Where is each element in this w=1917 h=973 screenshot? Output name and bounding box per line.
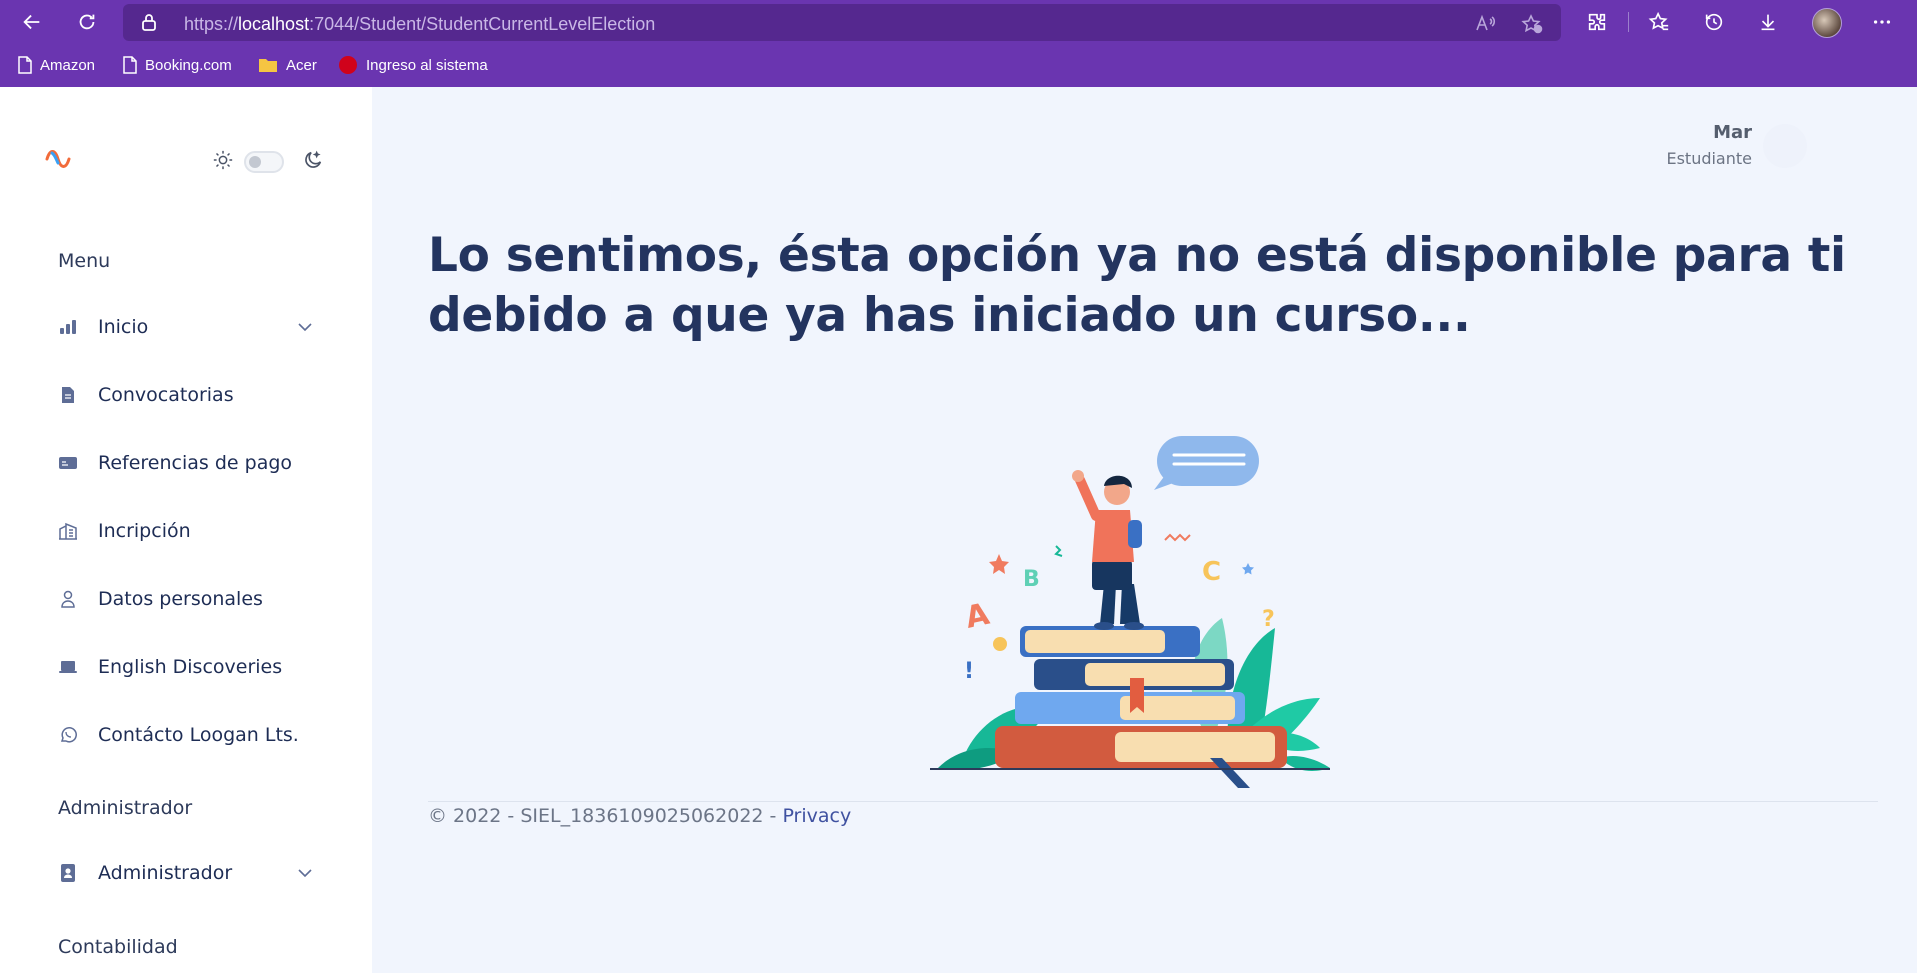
history-icon[interactable] <box>1700 8 1728 36</box>
sidebar-item-contacto[interactable]: Contácto Loogan Lts. <box>58 717 314 753</box>
privacy-link[interactable]: Privacy <box>782 805 851 827</box>
more-options-icon[interactable] <box>1868 8 1896 36</box>
sidebar-item-inicio[interactable]: Inicio <box>58 309 314 345</box>
bookmark-acer[interactable]: Acer <box>258 54 317 76</box>
sidebar-item-english-discoveries[interactable]: English Discoveries <box>58 649 314 685</box>
building-icon <box>58 521 78 541</box>
footer-text: © 2022 - SIEL_1836109025062022 - <box>428 805 783 827</box>
sidebar-item-referencias-pago[interactable]: Referencias de pago <box>58 445 314 481</box>
profile-avatar[interactable] <box>1812 8 1842 38</box>
url-text[interactable]: https://localhost:7044/Student/StudentCu… <box>184 14 655 35</box>
bookmark-label: Ingreso al sistema <box>366 56 488 74</box>
moon-icon <box>302 149 324 175</box>
sidebar-item-label: Inicio <box>98 316 149 338</box>
download-icon[interactable] <box>1754 8 1782 36</box>
svg-text:?: ? <box>1262 607 1275 632</box>
url-scheme: https:// <box>184 14 239 34</box>
sidebar-item-convocatorias[interactable]: Convocatorias <box>58 377 314 413</box>
dark-mode-toggle[interactable] <box>244 151 284 173</box>
user-info[interactable]: Mar Estudiante <box>1666 122 1752 168</box>
svg-text:A: A <box>962 597 993 636</box>
favorites-icon[interactable] <box>1645 8 1673 36</box>
chevron-down-icon[interactable] <box>296 864 314 886</box>
extensions-icon[interactable] <box>1583 8 1611 36</box>
bookmark-ingreso[interactable]: Ingreso al sistema <box>338 54 488 76</box>
bookmarks-bar: Amazon Booking.com Acer Ingreso al siste… <box>0 48 1917 82</box>
sun-icon <box>212 149 234 175</box>
svg-text:B: B <box>1023 567 1040 592</box>
section-title-contabilidad: Contabilidad <box>58 936 178 958</box>
whatsapp-icon <box>58 725 78 745</box>
app-logo-icon[interactable] <box>44 145 72 173</box>
svg-text:C: C <box>1202 557 1221 587</box>
section-title-menu: Menu <box>58 250 111 272</box>
unavailable-message: Lo sentimos, ésta opción ya no está disp… <box>428 228 1846 343</box>
user-icon <box>58 589 78 609</box>
bar-chart-icon <box>58 317 78 337</box>
sidebar-item-label: Convocatorias <box>98 384 234 406</box>
url-host: localhost <box>238 14 310 34</box>
sidebar-item-label: Referencias de pago <box>98 452 293 474</box>
id-badge-icon <box>58 863 78 883</box>
footer-divider <box>428 801 1878 802</box>
sidebar-item-administrador[interactable]: Administrador <box>58 855 314 891</box>
toggle-knob <box>249 156 261 168</box>
section-title-administrador: Administrador <box>58 797 193 819</box>
bookmark-label: Booking.com <box>145 56 232 74</box>
add-favorite-icon[interactable] <box>1521 14 1543 38</box>
sidebar-item-label: Incripción <box>98 520 191 542</box>
folder-icon <box>259 59 277 72</box>
user-role: Estudiante <box>1666 149 1752 168</box>
chevron-down-icon[interactable] <box>296 318 314 340</box>
bookmark-label: Amazon <box>40 56 96 74</box>
refresh-icon[interactable] <box>73 8 101 36</box>
toolbar-separator <box>1628 12 1629 32</box>
sidebar-item-label: Administrador <box>98 862 233 884</box>
user-avatar[interactable] <box>1763 124 1807 168</box>
lock-icon[interactable] <box>141 13 157 35</box>
svg-text:!: ! <box>964 659 974 684</box>
sidebar-item-datos-personales[interactable]: Datos personales <box>58 581 314 617</box>
sidebar: Menu Inicio Convocatorias Referencias de… <box>0 87 372 973</box>
card-icon <box>58 453 78 473</box>
sidebar-item-incripcion[interactable]: Incripción <box>58 513 314 549</box>
student-books-illustration: A B C ? ! <box>920 428 1340 788</box>
page-icon <box>123 56 137 74</box>
footer: © 2022 - SIEL_1836109025062022 - Privacy <box>428 805 851 827</box>
theme-switch <box>212 149 324 175</box>
bookmark-amazon[interactable]: Amazon <box>18 54 95 76</box>
page-icon <box>18 56 32 74</box>
document-icon <box>58 385 78 405</box>
user-name: Mar <box>1713 122 1752 143</box>
sidebar-item-label: English Discoveries <box>98 656 283 678</box>
sidebar-item-label: Contácto Loogan Lts. <box>98 724 299 746</box>
url-path: :7044/Student/StudentCurrentLevelElectio… <box>309 14 656 34</box>
back-arrow-icon[interactable] <box>18 8 46 36</box>
red-circle-icon <box>339 56 357 74</box>
browser-chrome: https://localhost:7044/Student/StudentCu… <box>0 0 1917 87</box>
bookmark-label: Acer <box>286 56 317 74</box>
sidebar-item-label: Datos personales <box>98 588 263 610</box>
bookmark-booking[interactable]: Booking.com <box>123 54 232 76</box>
browser-toolbar: https://localhost:7044/Student/StudentCu… <box>0 0 1917 45</box>
laptop-icon <box>58 657 78 677</box>
address-bar[interactable]: https://localhost:7044/Student/StudentCu… <box>123 4 1561 41</box>
read-aloud-icon[interactable] <box>1475 14 1497 36</box>
